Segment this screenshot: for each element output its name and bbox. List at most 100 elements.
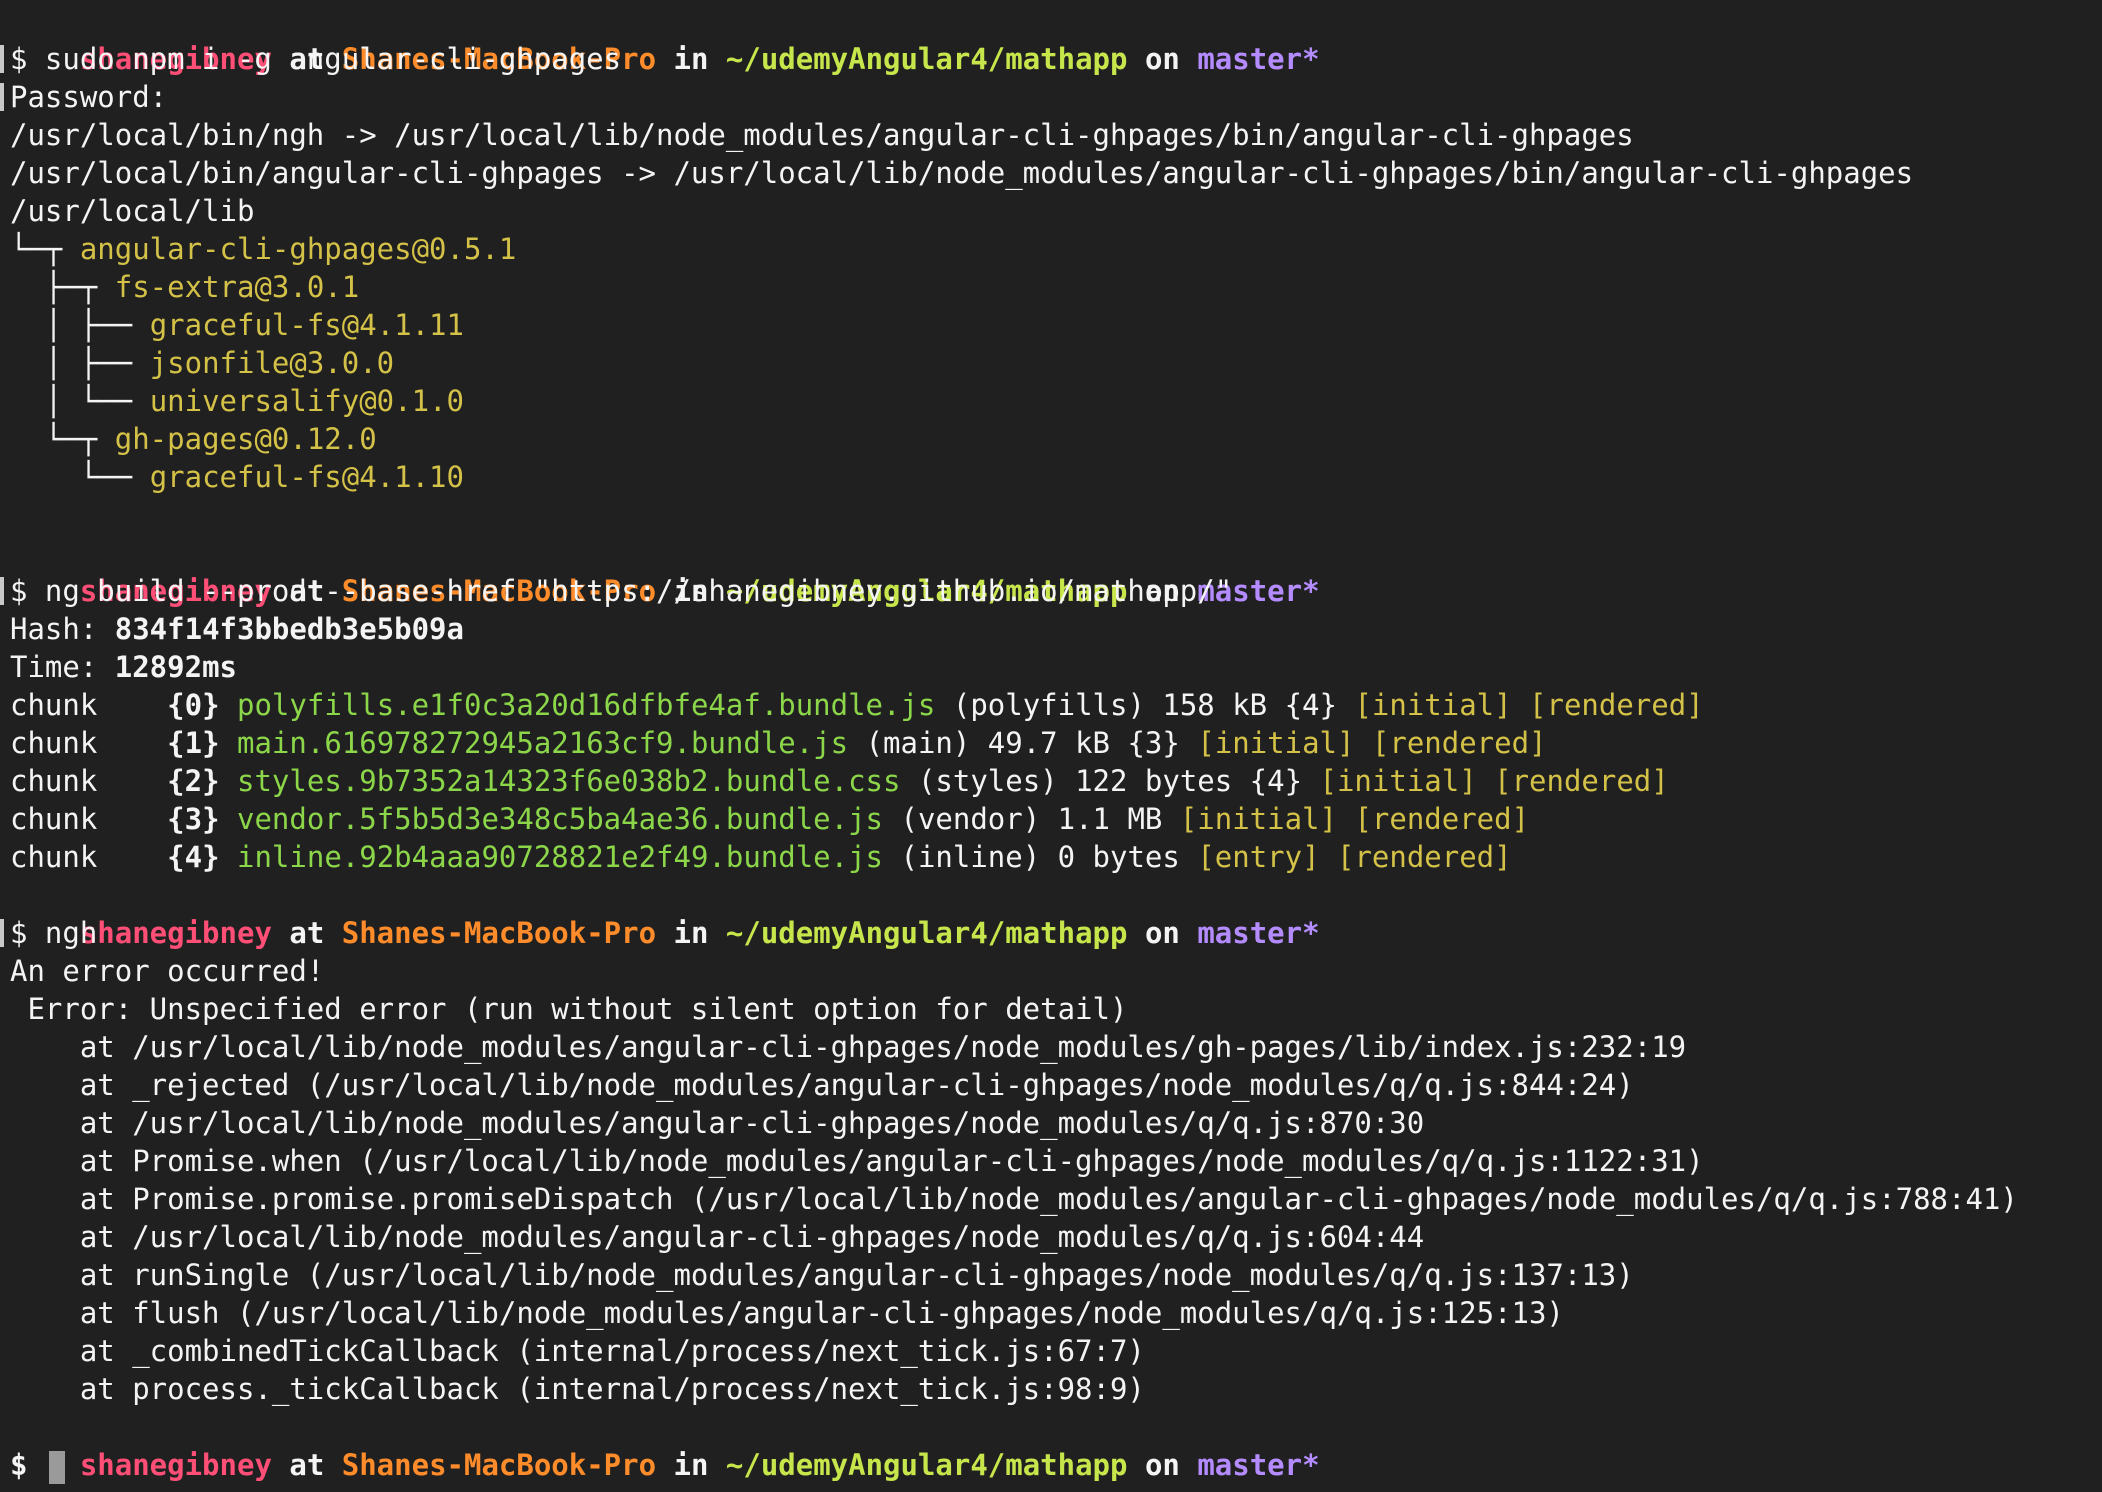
command-line: $ ng build --prod --base-href "https://s…: [10, 574, 1233, 608]
prompt-branch: master*: [1197, 916, 1320, 950]
chunk-tags: [initial] [rendered]: [1179, 802, 1530, 836]
package-name: universalify@0.1.0: [149, 384, 464, 418]
chunk-file: main.616978272945a2163cf9.bundle.js: [237, 726, 849, 760]
stack-trace-line: at Promise.when (/usr/local/lib/node_mod…: [10, 1144, 1704, 1178]
prompt-on: on: [1144, 1448, 1180, 1482]
chunk-file: vendor.5f5b5d3e348c5ba4ae36.bundle.js: [237, 802, 884, 836]
chunk-desc: (vendor) 1.1 MB: [883, 802, 1180, 836]
tree-branch: └─┬: [10, 232, 80, 266]
hash-value: 834f14f3bbedb3e5b09a: [114, 612, 464, 646]
input-line[interactable]: $: [10, 1446, 65, 1484]
prompt-branch: master*: [1197, 42, 1320, 76]
dependency-tree-line: ├─┬ fs-extra@3.0.1: [10, 268, 359, 306]
chunk-line: chunk {4} inline.92b4aaa90728821e2f49.bu…: [10, 838, 1512, 876]
time-label: Time:: [10, 650, 115, 684]
line-marker: [0, 577, 4, 605]
tree-branch: └──: [10, 460, 150, 494]
dependency-tree-line: │ ├── graceful-fs@4.1.11: [10, 306, 464, 344]
output-line: Password:: [10, 80, 168, 114]
chunk-file: styles.9b7352a14323f6e038b2.bundle.css: [237, 764, 901, 798]
dependency-tree-line: └── graceful-fs@4.1.10: [10, 458, 464, 496]
package-name: graceful-fs@4.1.11: [149, 308, 464, 342]
prompt-line: shanegibney at Shanes-MacBook-Pro in ~/u…: [10, 2, 1320, 76]
chunk-line: chunk {0} polyfills.e1f0c3a20d16dfbfe4af…: [10, 686, 1704, 724]
chunk-file: polyfills.e1f0c3a20d16dfbfe4af.bundle.js: [237, 688, 936, 722]
chunk-line: chunk {3} vendor.5f5b5d3e348c5ba4ae36.bu…: [10, 800, 1529, 838]
package-name: fs-extra@3.0.1: [114, 270, 360, 304]
chunk-desc: (inline) 0 bytes: [883, 840, 1198, 874]
stack-trace-line: at /usr/local/lib/node_modules/angular-c…: [10, 1030, 1687, 1064]
tree-branch: │ ├──: [10, 308, 150, 342]
tree-branch: ├─┬: [10, 270, 115, 304]
chunk-tags: [initial] [rendered]: [1319, 764, 1669, 798]
prompt-line: shanegibney at Shanes-MacBook-Pro in ~/u…: [10, 1408, 1320, 1482]
dependency-tree-line: └─┬ gh-pages@0.12.0: [10, 420, 377, 458]
chunk-desc: (polyfills) 158 kB {4}: [935, 688, 1355, 722]
prompt-line: shanegibney at Shanes-MacBook-Pro in ~/u…: [10, 876, 1320, 950]
command-line: $ sudo npm i -g angular-cli-ghpages: [10, 42, 622, 76]
prompt-host: Shanes-MacBook-Pro: [341, 1448, 657, 1482]
prompt-path: ~/udemyAngular4/mathapp: [725, 916, 1128, 950]
terminal-window[interactable]: shanegibney at Shanes-MacBook-Pro in ~/u…: [0, 0, 2102, 1492]
build-time-line: Time: 12892ms: [10, 648, 237, 686]
line-marker: [0, 919, 4, 947]
prompt-path: ~/udemyAngular4/mathapp: [725, 42, 1128, 76]
prompt-at: at: [289, 916, 325, 950]
prompt-in: in: [673, 916, 709, 950]
chunk-line: chunk {1} main.616978272945a2163cf9.bund…: [10, 724, 1547, 762]
prompt-in: in: [673, 42, 709, 76]
output-line: /usr/local/bin/angular-cli-ghpages -> /u…: [10, 156, 1914, 190]
prompt-user: shanegibney: [79, 1448, 272, 1482]
command-line: $ ngh: [10, 916, 98, 950]
stack-trace-line: at runSingle (/usr/local/lib/node_module…: [10, 1258, 1634, 1292]
chunk-label: chunk: [10, 726, 98, 760]
prompt-line: shanegibney at Shanes-MacBook-Pro in ~/u…: [10, 534, 1320, 608]
prompt-in: in: [673, 1448, 709, 1482]
error-detail: Error: Unspecified error (run without si…: [10, 992, 1128, 1026]
chunk-id: {3}: [167, 802, 220, 836]
prompt-on: on: [1144, 916, 1180, 950]
stack-trace-line: at flush (/usr/local/lib/node_modules/an…: [10, 1296, 1564, 1330]
stack-trace-line: at _combinedTickCallback (internal/proce…: [10, 1334, 1145, 1368]
line-marker: [0, 45, 4, 73]
prompt-on: on: [1144, 42, 1180, 76]
chunk-id: {0}: [167, 688, 220, 722]
prompt-user: shanegibney: [79, 916, 272, 950]
chunk-id: {1}: [167, 726, 220, 760]
chunk-tags: [initial] [rendered]: [1197, 726, 1547, 760]
hash-label: Hash:: [10, 612, 115, 646]
chunk-label: chunk: [10, 764, 98, 798]
prompt-host: Shanes-MacBook-Pro: [341, 916, 657, 950]
package-name: graceful-fs@4.1.10: [149, 460, 464, 494]
input-prompt: $: [10, 1448, 45, 1482]
line-marker: [0, 83, 4, 111]
tree-branch: │ ├──: [10, 346, 150, 380]
chunk-desc: (styles) 122 bytes {4}: [900, 764, 1320, 798]
chunk-desc: (main) 49.7 kB {3}: [848, 726, 1198, 760]
prompt-branch: master*: [1197, 1448, 1320, 1482]
chunk-label: chunk: [10, 802, 98, 836]
stack-trace-line: at /usr/local/lib/node_modules/angular-c…: [10, 1106, 1425, 1140]
chunk-label: chunk: [10, 688, 98, 722]
chunk-line: chunk {2} styles.9b7352a14323f6e038b2.bu…: [10, 762, 1669, 800]
stack-trace-line: at Promise.promise.promiseDispatch (/usr…: [10, 1182, 2018, 1216]
stack-trace-line: at _rejected (/usr/local/lib/node_module…: [10, 1068, 1634, 1102]
error-message: An error occurred!: [10, 954, 325, 988]
chunk-tags: [initial] [rendered]: [1354, 688, 1704, 722]
chunk-id: {2}: [167, 764, 220, 798]
dependency-tree-line: │ ├── jsonfile@3.0.0: [10, 344, 394, 382]
output-line: /usr/local/bin/ngh -> /usr/local/lib/nod…: [10, 118, 1634, 152]
prompt-at: at: [289, 1448, 325, 1482]
chunk-label: chunk: [10, 840, 98, 874]
package-name: angular-cli-ghpages@0.5.1: [79, 232, 517, 266]
text-cursor: [48, 1450, 65, 1484]
dependency-tree-line: │ └── universalify@0.1.0: [10, 382, 464, 420]
build-hash-line: Hash: 834f14f3bbedb3e5b09a: [10, 610, 464, 648]
stack-trace-line: at process._tickCallback (internal/proce…: [10, 1372, 1145, 1406]
package-name: jsonfile@3.0.0: [149, 346, 395, 380]
prompt-path: ~/udemyAngular4/mathapp: [725, 1448, 1128, 1482]
package-name: gh-pages@0.12.0: [114, 422, 377, 456]
stack-trace-line: at /usr/local/lib/node_modules/angular-c…: [10, 1220, 1425, 1254]
time-value: 12892ms: [114, 650, 237, 684]
tree-branch: │ └──: [10, 384, 150, 418]
